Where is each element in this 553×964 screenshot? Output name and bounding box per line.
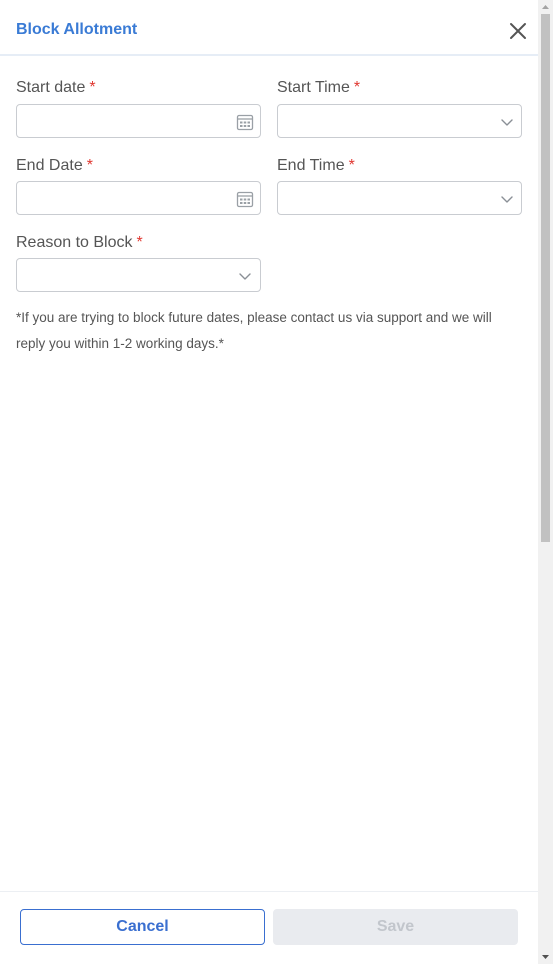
end-time-label: End Time * — [277, 157, 355, 175]
block-allotment-dialog: Block Allotment Start date * Start Time * — [0, 0, 538, 964]
end-date-label-text: End Date — [16, 157, 83, 174]
chevron-down-icon — [501, 119, 513, 126]
close-button[interactable] — [508, 21, 528, 41]
calendar-icon[interactable] — [236, 113, 254, 131]
dialog-footer: Cancel Save — [0, 891, 538, 964]
scroll-up-icon[interactable] — [540, 2, 551, 12]
dialog-title: Block Allotment — [16, 21, 138, 38]
cancel-button[interactable]: Cancel — [20, 909, 265, 945]
end-date-input[interactable] — [16, 181, 261, 215]
reason-select[interactable] — [16, 258, 261, 292]
end-time-label-text: End Time — [277, 157, 345, 174]
start-time-label: Start Time * — [277, 79, 360, 97]
start-time-select[interactable] — [277, 104, 522, 138]
chevron-down-icon — [501, 196, 513, 203]
scroll-down-icon[interactable] — [540, 952, 551, 962]
start-time-label-text: Start Time — [277, 79, 350, 96]
reason-label: Reason to Block * — [16, 234, 143, 252]
reason-label-text: Reason to Block — [16, 234, 133, 251]
chevron-down-icon — [239, 273, 251, 280]
end-time-select[interactable] — [277, 181, 522, 215]
close-icon — [510, 23, 526, 39]
support-note: *If you are trying to block future dates… — [16, 310, 492, 351]
scrollbar-thumb[interactable] — [541, 14, 550, 542]
required-marker: * — [353, 79, 361, 96]
start-date-input[interactable] — [16, 104, 261, 138]
required-marker: * — [89, 79, 96, 96]
required-marker: * — [136, 234, 143, 251]
dialog-header: Block Allotment — [0, 0, 538, 56]
end-date-label: End Date * — [16, 157, 93, 175]
calendar-icon[interactable] — [236, 190, 254, 208]
required-marker: * — [348, 157, 355, 174]
start-date-label: Start date * — [16, 79, 96, 97]
start-date-label-text: Start date — [16, 79, 86, 96]
required-marker: * — [86, 157, 93, 174]
save-button[interactable]: Save — [273, 909, 518, 945]
